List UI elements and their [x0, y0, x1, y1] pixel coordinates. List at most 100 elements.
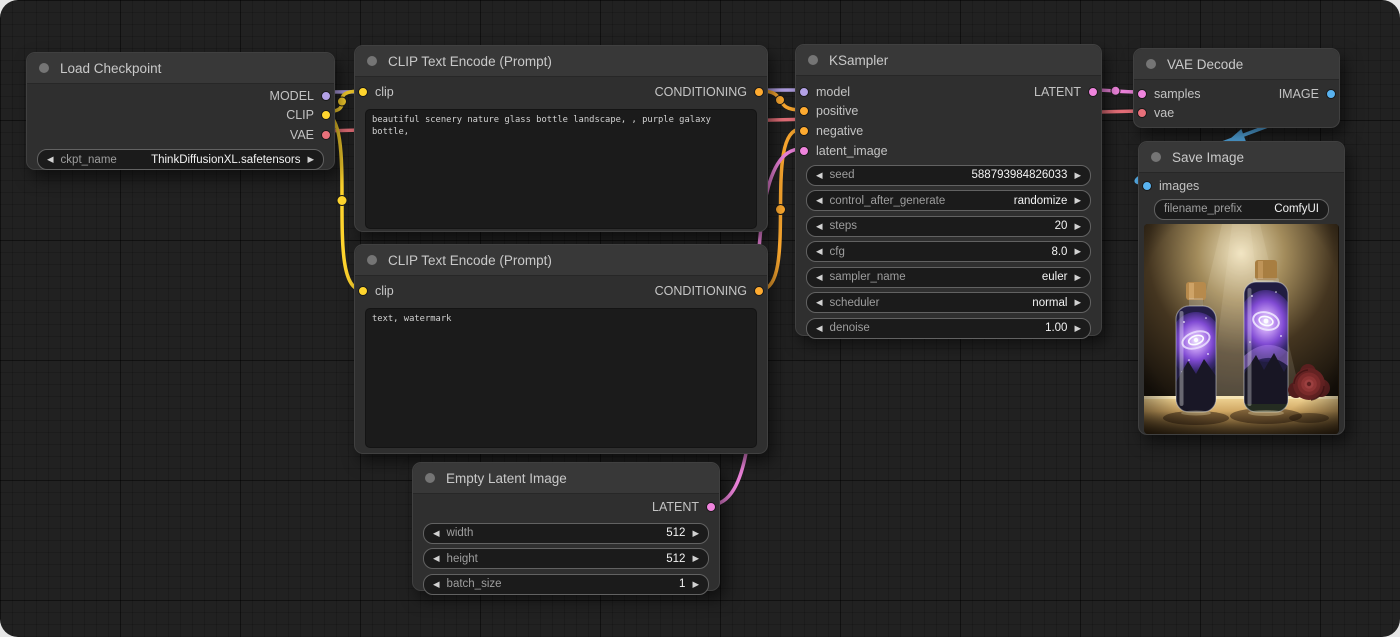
clip-port-dot[interactable]: [321, 110, 331, 120]
node-header[interactable]: Load Checkpoint: [27, 53, 334, 84]
arrow-left-icon[interactable]: ◀: [433, 579, 440, 590]
widget-denoise[interactable]: ◀ denoise 1.00 ▶: [806, 318, 1091, 339]
clip-port-dot[interactable]: [358, 286, 368, 296]
node-title: CLIP Text Encode (Prompt): [388, 253, 552, 268]
collapse-dot-icon[interactable]: [1146, 59, 1156, 69]
widget-filename-prefix[interactable]: filename_prefix ComfyUI: [1154, 199, 1329, 220]
node-title: Save Image: [1172, 150, 1244, 165]
widget-control-after-generate[interactable]: ◀ control_after_generate randomize ▶: [806, 190, 1091, 211]
arrow-right-icon[interactable]: ▶: [1074, 297, 1081, 308]
node-header[interactable]: KSampler: [796, 45, 1101, 76]
arrow-left-icon[interactable]: ◀: [433, 528, 440, 539]
prompt-text-area[interactable]: beautiful scenery nature glass bottle la…: [365, 109, 757, 229]
node-header[interactable]: Save Image: [1139, 142, 1344, 173]
node-header[interactable]: Empty Latent Image: [413, 463, 719, 494]
arrow-right-icon[interactable]: ▶: [1074, 323, 1081, 334]
arrow-left-icon[interactable]: ◀: [816, 221, 823, 232]
conditioning-port-dot[interactable]: [754, 87, 764, 97]
arrow-left-icon[interactable]: ◀: [816, 246, 823, 257]
arrow-right-icon[interactable]: ▶: [1074, 246, 1081, 257]
node-ksampler[interactable]: KSampler model LATENT positive negative: [795, 44, 1102, 336]
input-slot-model: model: [799, 85, 850, 99]
arrow-left-icon[interactable]: ◀: [47, 154, 54, 165]
arrow-right-icon[interactable]: ▶: [692, 579, 699, 590]
latent-port-dot[interactable]: [1088, 87, 1098, 97]
collapse-dot-icon[interactable]: [1151, 152, 1161, 162]
arrow-right-icon[interactable]: ▶: [1074, 221, 1081, 232]
widget-height[interactable]: ◀ height 512 ▶: [423, 548, 709, 569]
latent-port-dot[interactable]: [799, 146, 809, 156]
image-port-dot[interactable]: [1142, 181, 1152, 191]
slot-label: CONDITIONING: [655, 284, 747, 298]
node-save-image[interactable]: Save Image images filename_prefix ComfyU…: [1138, 141, 1345, 435]
arrow-right-icon[interactable]: ▶: [692, 553, 699, 564]
input-slot-latent-image: latent_image: [796, 141, 1101, 161]
arrow-left-icon[interactable]: ◀: [816, 170, 823, 181]
widget-steps[interactable]: ◀ steps 20 ▶: [806, 216, 1091, 237]
node-clip-text-encode-positive[interactable]: CLIP Text Encode (Prompt) clip CONDITION…: [354, 45, 768, 232]
slot-label: CONDITIONING: [655, 85, 747, 99]
node-title: Empty Latent Image: [446, 471, 567, 486]
model-port-dot[interactable]: [321, 91, 331, 101]
wire-midpoint-dot: [338, 97, 347, 106]
node-header[interactable]: VAE Decode: [1134, 49, 1339, 80]
node-clip-text-encode-negative[interactable]: CLIP Text Encode (Prompt) clip CONDITION…: [354, 244, 768, 454]
node-title: Load Checkpoint: [60, 61, 161, 76]
widget-width[interactable]: ◀ width 512 ▶: [423, 523, 709, 544]
slot-label: MODEL: [270, 89, 314, 103]
node-title: KSampler: [829, 53, 888, 68]
arrow-left-icon[interactable]: ◀: [816, 272, 823, 283]
clip-port-dot[interactable]: [358, 87, 368, 97]
input-slot-samples: samples: [1137, 87, 1201, 101]
arrow-right-icon[interactable]: ▶: [1074, 195, 1081, 206]
input-slot-vae: vae: [1134, 104, 1339, 124]
input-slot-clip: clip: [358, 284, 394, 298]
collapse-dot-icon[interactable]: [808, 55, 818, 65]
collapse-dot-icon[interactable]: [367, 255, 377, 265]
widget-ckpt-name[interactable]: ◀ ckpt_name ThinkDiffusionXL.safetensors…: [37, 149, 324, 170]
wire-midpoint-dot: [337, 196, 347, 206]
arrow-left-icon[interactable]: ◀: [433, 553, 440, 564]
node-header[interactable]: CLIP Text Encode (Prompt): [355, 46, 767, 77]
galaxy-bottles-artwork: [1144, 224, 1338, 434]
input-slot-positive: positive: [796, 102, 1101, 122]
widget-batch-size[interactable]: ◀ batch_size 1 ▶: [423, 574, 709, 595]
widget-scheduler[interactable]: ◀ scheduler normal ▶: [806, 292, 1091, 313]
collapse-dot-icon[interactable]: [425, 473, 435, 483]
slot-label: CLIP: [286, 108, 314, 122]
slot-label: clip: [375, 85, 394, 99]
input-slot-negative: negative: [796, 121, 1101, 141]
arrow-right-icon[interactable]: ▶: [1074, 170, 1081, 181]
conditioning-port-dot[interactable]: [799, 126, 809, 136]
vae-port-dot[interactable]: [1137, 108, 1147, 118]
prompt-text-area[interactable]: text, watermark: [365, 308, 757, 448]
generated-image-preview[interactable]: [1144, 224, 1339, 434]
model-port-dot[interactable]: [799, 87, 809, 97]
vae-port-dot[interactable]: [321, 130, 331, 140]
conditioning-port-dot[interactable]: [799, 106, 809, 116]
wire-midpoint-dot: [776, 205, 786, 215]
arrow-left-icon[interactable]: ◀: [816, 323, 823, 334]
output-slot-latent: LATENT: [413, 496, 719, 518]
node-empty-latent-image[interactable]: Empty Latent Image LATENT ◀ width 512 ▶ …: [412, 462, 720, 591]
node-load-checkpoint[interactable]: Load Checkpoint MODEL CLIP VAE ◀ ckpt_na…: [26, 52, 335, 170]
widget-seed[interactable]: ◀ seed 588793984826033 ▶: [806, 165, 1091, 186]
collapse-dot-icon[interactable]: [39, 63, 49, 73]
arrow-right-icon[interactable]: ▶: [307, 154, 314, 165]
collapse-dot-icon[interactable]: [367, 56, 377, 66]
arrow-right-icon[interactable]: ▶: [1074, 272, 1081, 283]
node-vae-decode[interactable]: VAE Decode samples IMAGE vae: [1133, 48, 1340, 128]
arrow-left-icon[interactable]: ◀: [816, 297, 823, 308]
latent-port-dot[interactable]: [1137, 89, 1147, 99]
node-header[interactable]: CLIP Text Encode (Prompt): [355, 245, 767, 276]
output-slot-conditioning: CONDITIONING: [655, 284, 764, 298]
widget-cfg[interactable]: ◀ cfg 8.0 ▶: [806, 241, 1091, 262]
arrow-left-icon[interactable]: ◀: [816, 195, 823, 206]
widget-sampler-name[interactable]: ◀ sampler_name euler ▶: [806, 267, 1091, 288]
output-slot-latent: LATENT: [1034, 85, 1098, 99]
conditioning-port-dot[interactable]: [754, 286, 764, 296]
node-graph-canvas[interactable]: Load Checkpoint MODEL CLIP VAE ◀ ckpt_na…: [0, 0, 1400, 637]
image-port-dot[interactable]: [1326, 89, 1336, 99]
latent-port-dot[interactable]: [706, 502, 716, 512]
arrow-right-icon[interactable]: ▶: [692, 528, 699, 539]
